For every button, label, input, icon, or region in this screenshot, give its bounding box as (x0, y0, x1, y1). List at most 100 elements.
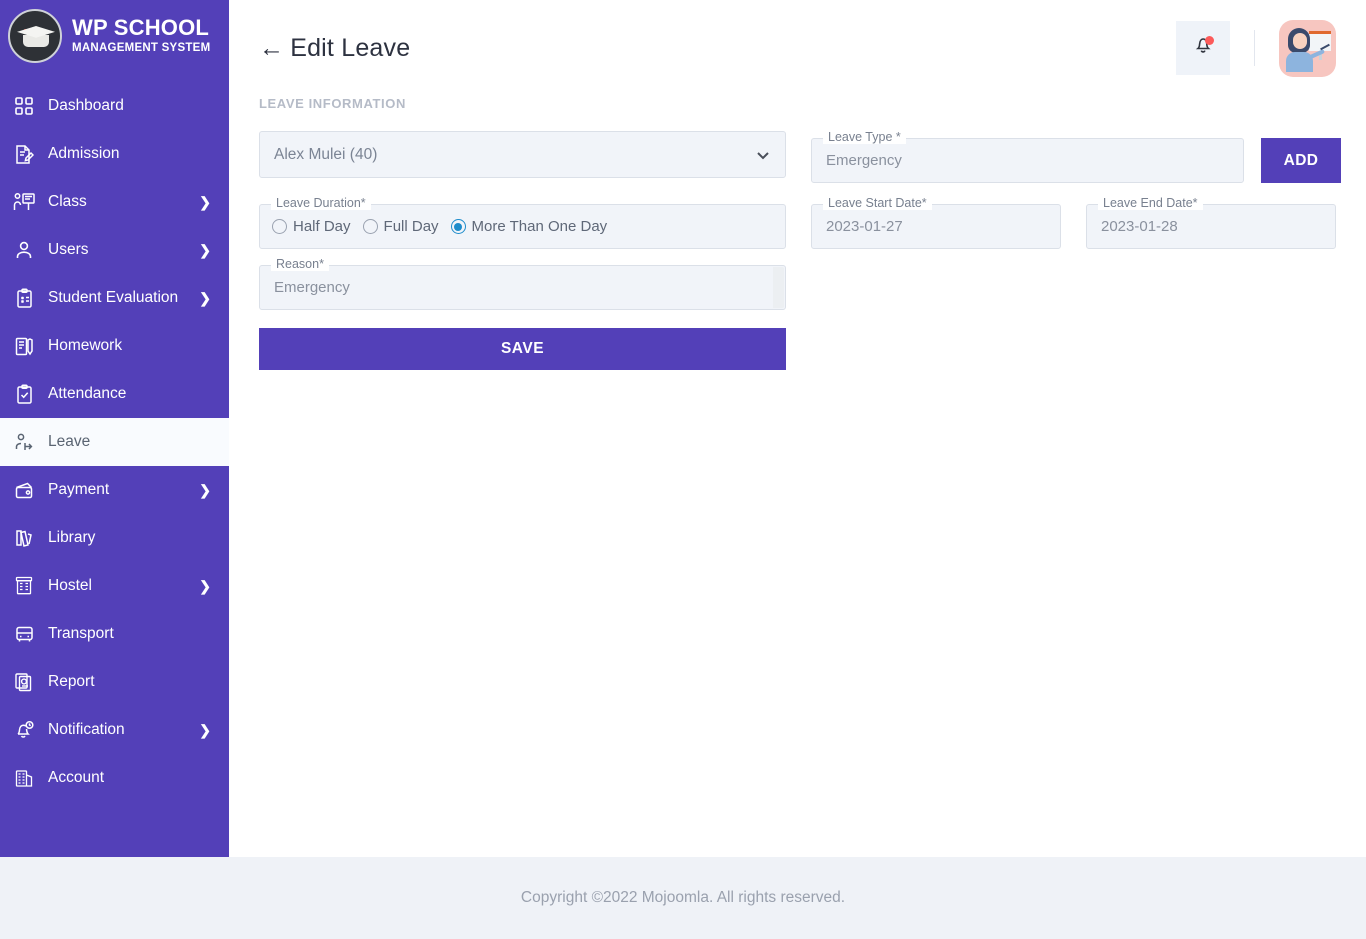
radio-label: Half Day (293, 218, 351, 235)
main-content: ← Edit Leave LEAVE INFORMATION Alex Mule… (229, 0, 1366, 857)
sidebar-item-account[interactable]: Account (0, 754, 229, 802)
brand-subtitle: MANAGEMENT SYSTEM (72, 42, 211, 55)
chevron-right-icon[interactable]: ❯ (199, 195, 211, 209)
chevron-right-icon[interactable]: ❯ (199, 723, 211, 737)
bell-clock-icon (10, 717, 38, 743)
notification-bell-button[interactable] (1176, 21, 1230, 75)
page-title-text: Edit Leave (290, 33, 411, 62)
brand-title: WP SCHOOL (72, 15, 210, 41)
sidebar-item-library[interactable]: Library (0, 514, 229, 562)
clipboard-tick-icon (10, 381, 38, 407)
footer-copyright: Copyright ©2022 Mojoomla. All rights res… (520, 889, 846, 906)
radio-label: Full Day (383, 218, 439, 235)
sidebar-item-label: Transport (48, 625, 114, 642)
leave-start-date-label: Leave Start Date* (823, 197, 932, 210)
app-root: WP SCHOOL MANAGEMENT SYSTEM Dashboard Ad… (0, 0, 1366, 939)
sidebar-nav: Dashboard Admission Class ❯ Users ❯ Stud… (0, 82, 229, 802)
teacher-board-icon (10, 189, 38, 215)
leave-type-value: Emergency (826, 152, 902, 169)
building-icon (10, 765, 38, 791)
section-title: LEAVE INFORMATION (259, 96, 406, 111)
brand-header[interactable]: WP SCHOOL MANAGEMENT SYSTEM (0, 0, 229, 72)
sidebar-item-label: Payment (48, 481, 110, 498)
leave-type-field[interactable]: Leave Type * Emergency (811, 131, 1244, 183)
sidebar-item-label: Dashboard (48, 97, 124, 114)
chevron-right-icon[interactable]: ❯ (199, 579, 211, 593)
sidebar-item-hostel[interactable]: Hostel ❯ (0, 562, 229, 610)
student-select[interactable]: Alex Mulei (40) (259, 131, 786, 178)
user-leave-icon (10, 429, 38, 455)
sidebar-item-transport[interactable]: Transport (0, 610, 229, 658)
footer: Copyright ©2022 Mojoomla. All rights res… (0, 857, 1366, 939)
bus-icon (10, 621, 38, 647)
hostel-icon (10, 573, 38, 599)
leave-end-date-value: 2023-01-28 (1101, 218, 1178, 235)
leave-form: Alex Mulei (40) Leave Type * Emergency A… (259, 131, 1341, 381)
sidebar-item-homework[interactable]: Homework (0, 322, 229, 370)
sidebar-item-label: Library (48, 529, 96, 546)
report-chart-icon (10, 669, 38, 695)
chevron-right-icon[interactable]: ❯ (199, 291, 211, 305)
document-edit-icon (10, 141, 38, 167)
sidebar-item-label: Attendance (48, 385, 127, 402)
leave-duration-radio-group: Half Day Full Day More Than One Day (272, 218, 619, 235)
radio-half-day[interactable]: Half Day (272, 218, 351, 235)
radio-label: More Than One Day (471, 218, 608, 235)
sidebar-item-payment[interactable]: Payment ❯ (0, 466, 229, 514)
leave-end-date-label: Leave End Date* (1098, 197, 1203, 210)
radio-circle-selected-icon (450, 219, 466, 234)
notification-badge-dot (1205, 36, 1214, 45)
sidebar-item-student-evaluation[interactable]: Student Evaluation ❯ (0, 274, 229, 322)
sidebar-item-label: Users (48, 241, 89, 258)
leave-duration-label: Leave Duration* (271, 197, 371, 210)
sidebar-item-label: Hostel (48, 577, 92, 594)
graduation-cap-logo-icon (8, 9, 62, 63)
leave-duration-field: Leave Duration* Half Day Full Day More T… (259, 197, 786, 249)
topbar: ← Edit Leave (229, 0, 1366, 96)
leave-type-label: Leave Type * (823, 131, 906, 144)
clipboard-check-icon (10, 285, 38, 311)
leave-end-date-field[interactable]: Leave End Date* 2023-01-28 (1086, 197, 1336, 249)
wallet-icon (10, 477, 38, 503)
topbar-divider (1254, 30, 1255, 66)
sidebar-item-class[interactable]: Class ❯ (0, 178, 229, 226)
reason-field[interactable]: Reason* Emergency (259, 258, 786, 310)
sidebar-item-attendance[interactable]: Attendance (0, 370, 229, 418)
book-pen-icon (10, 333, 38, 359)
save-button[interactable]: SAVE (259, 328, 786, 370)
sidebar-item-label: Notification (48, 721, 125, 738)
leave-start-date-field[interactable]: Leave Start Date* 2023-01-27 (811, 197, 1061, 249)
sidebar-item-label: Admission (48, 145, 120, 162)
sidebar-item-label: Class (48, 193, 87, 210)
avatar[interactable] (1279, 19, 1336, 77)
sidebar-item-leave[interactable]: Leave (0, 418, 229, 466)
add-button[interactable]: ADD (1261, 138, 1341, 183)
reason-value: Emergency (274, 279, 350, 296)
radio-circle-icon (362, 219, 378, 234)
leave-start-date-value: 2023-01-27 (826, 218, 903, 235)
sidebar-item-notification[interactable]: Notification ❯ (0, 706, 229, 754)
books-icon (10, 525, 38, 551)
sidebar-item-report[interactable]: Report (0, 658, 229, 706)
sidebar-item-dashboard[interactable]: Dashboard (0, 82, 229, 130)
user-icon (10, 237, 38, 263)
sidebar-item-label: Leave (48, 433, 91, 450)
sidebar-item-label: Homework (48, 337, 123, 354)
chevron-right-icon[interactable]: ❯ (199, 243, 211, 257)
sidebar-item-users[interactable]: Users ❯ (0, 226, 229, 274)
chevron-down-icon (755, 147, 771, 163)
reason-label: Reason* (271, 258, 329, 271)
sidebar-item-label: Account (48, 769, 105, 786)
sidebar-item-admission[interactable]: Admission (0, 130, 229, 178)
student-select-value: Alex Mulei (40) (274, 145, 378, 163)
grid-icon (10, 93, 38, 119)
chevron-right-icon[interactable]: ❯ (199, 483, 211, 497)
topbar-actions (1176, 19, 1336, 77)
back-arrow-icon[interactable]: ← (259, 35, 284, 61)
radio-circle-icon (272, 219, 287, 234)
sidebar: WP SCHOOL MANAGEMENT SYSTEM Dashboard Ad… (0, 0, 229, 857)
reason-scrollbar[interactable] (773, 267, 784, 308)
radio-full-day[interactable]: Full Day (362, 218, 439, 235)
form-content: LEAVE INFORMATION Alex Mulei (40) Leave … (229, 96, 1366, 381)
radio-more-than-one-day[interactable]: More Than One Day (450, 218, 608, 235)
